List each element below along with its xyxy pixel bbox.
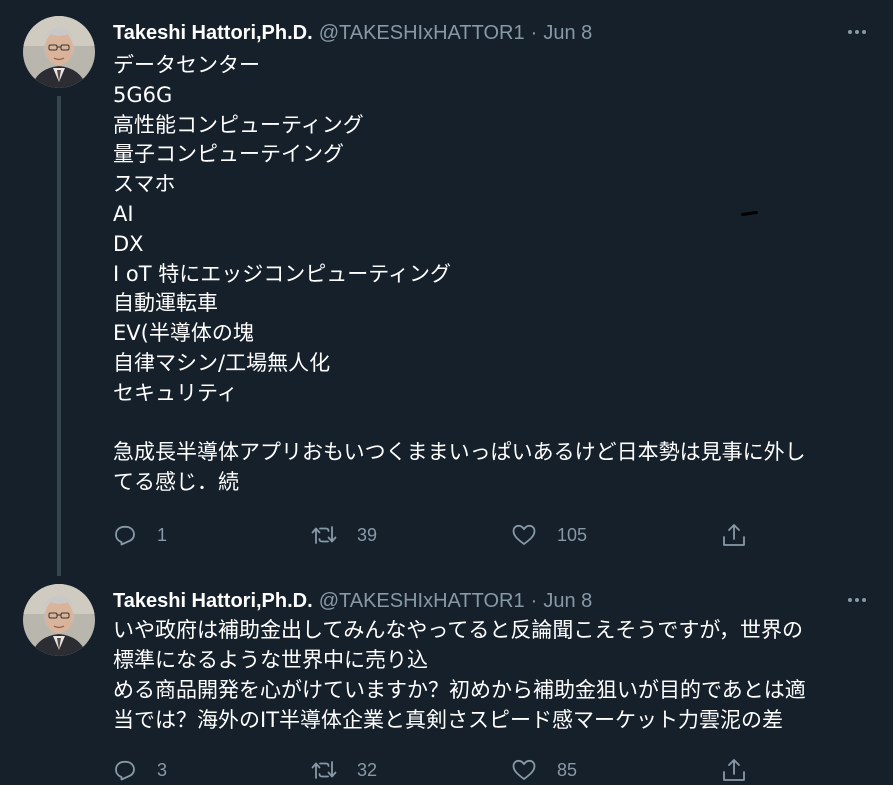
reply-button[interactable]: 1 [113, 520, 167, 550]
tweet-text-line: スマホ [113, 172, 176, 197]
reply-count: 3 [157, 759, 168, 780]
tweet-text-line: セキュリティ [113, 380, 238, 405]
heart-icon [512, 759, 536, 780]
more-options-icon[interactable] [845, 22, 869, 42]
tweet-date[interactable]: Jun 8 [543, 590, 592, 612]
tweet-text-line [113, 409, 873, 439]
separator-dot: · [530, 590, 538, 612]
tweet-text-line: める商品開発を心がけていますか？初めから補助金狙いが目的であとは適 [113, 678, 806, 702]
tweet-actions: 3 32 85 [113, 755, 753, 785]
tweet-text-line: 自動運転車 [113, 291, 218, 316]
tweet-text-line: データセンター [113, 53, 260, 77]
tweet-text-line: 自律マシン/工場無人化 [113, 350, 331, 375]
author-handle[interactable]: @TAKESHIxHATTOR1 [319, 22, 525, 44]
tweet[interactable]: Takeshi Hattori,Ph.D. @TAKESHIxHATTOR1 ·… [0, 568, 893, 785]
author-name[interactable]: Takeshi Hattori,Ph.D. [113, 590, 313, 612]
retweet-count: 39 [357, 524, 378, 545]
tweet-text-line: EV(半導体の塊 [113, 321, 254, 346]
share-button[interactable] [721, 520, 747, 550]
retweet-button[interactable]: 32 [311, 755, 377, 785]
tweet-text-line: I oT 特にエッジコンピューティング [113, 261, 451, 286]
retweet-button[interactable]: 39 [311, 520, 377, 550]
like-button[interactable]: 105 [511, 520, 587, 550]
tweet-header: Takeshi Hattori,Ph.D. @TAKESHIxHATTOR1 ·… [113, 20, 592, 46]
tweet-text-line: 標準になるような世界中に売り込 [113, 648, 428, 672]
separator-dot: · [530, 22, 538, 44]
tweet-text: データセンター 5G6G 高性能コンピューティング 量子コンピューテイング スマ… [113, 51, 873, 498]
tweet-text-line: DX [113, 231, 144, 256]
tweet-text-line: 急成長半導体アプリおもいつくままいっぱいあるけど日本勢は見事に外し [113, 440, 806, 465]
like-button[interactable]: 85 [511, 755, 577, 785]
thread-connector-line [57, 96, 61, 576]
share-button[interactable] [721, 755, 747, 785]
tweet-text-line: AI [113, 201, 134, 226]
tweet-text-line: 当では？海外のIT半導体企業と真剣さスピード感マーケット力雲泥の差 [113, 708, 784, 732]
tweet-header: Takeshi Hattori,Ph.D. @TAKESHIxHATTOR1 ·… [113, 588, 592, 614]
retweet-icon [311, 526, 337, 544]
tweet-text-line: いや政府は補助金出してみんなやってると反論聞こえそうですが，世界の [113, 618, 804, 642]
reply-icon [115, 760, 135, 781]
tweet-text-line: 5G6G [113, 82, 173, 107]
share-icon [723, 524, 745, 546]
author-name[interactable]: Takeshi Hattori,Ph.D. [113, 22, 313, 44]
more-options-icon[interactable] [845, 590, 869, 610]
avatar-portrait-image [23, 584, 95, 656]
author-handle[interactable]: @TAKESHIxHATTOR1 [319, 590, 525, 612]
tweet-actions: 1 39 105 [113, 520, 753, 550]
share-icon [723, 759, 745, 781]
tweet-text-line: 量子コンピューテイング [113, 142, 344, 167]
retweet-icon [311, 761, 337, 779]
heart-icon [512, 524, 536, 545]
avatar-portrait-image [23, 16, 95, 88]
retweet-count: 32 [357, 759, 378, 780]
tweet[interactable]: Takeshi Hattori,Ph.D. @TAKESHIxHATTOR1 ·… [0, 0, 893, 576]
tweet-text-line: 高性能コンピューティング [113, 112, 364, 137]
avatar[interactable] [23, 584, 95, 656]
tweet-text: いや政府は補助金出してみんなやってると反論聞こえそうですが，世界の 標準になるよ… [113, 615, 873, 735]
like-count: 105 [557, 524, 588, 545]
like-count: 85 [557, 759, 578, 780]
reply-count: 1 [157, 524, 168, 545]
tweet-text-line: てる感じ．続 [113, 470, 239, 495]
reply-button[interactable]: 3 [113, 755, 167, 785]
tweet-date[interactable]: Jun 8 [543, 22, 592, 44]
avatar[interactable] [23, 16, 95, 88]
reply-icon [115, 525, 135, 546]
